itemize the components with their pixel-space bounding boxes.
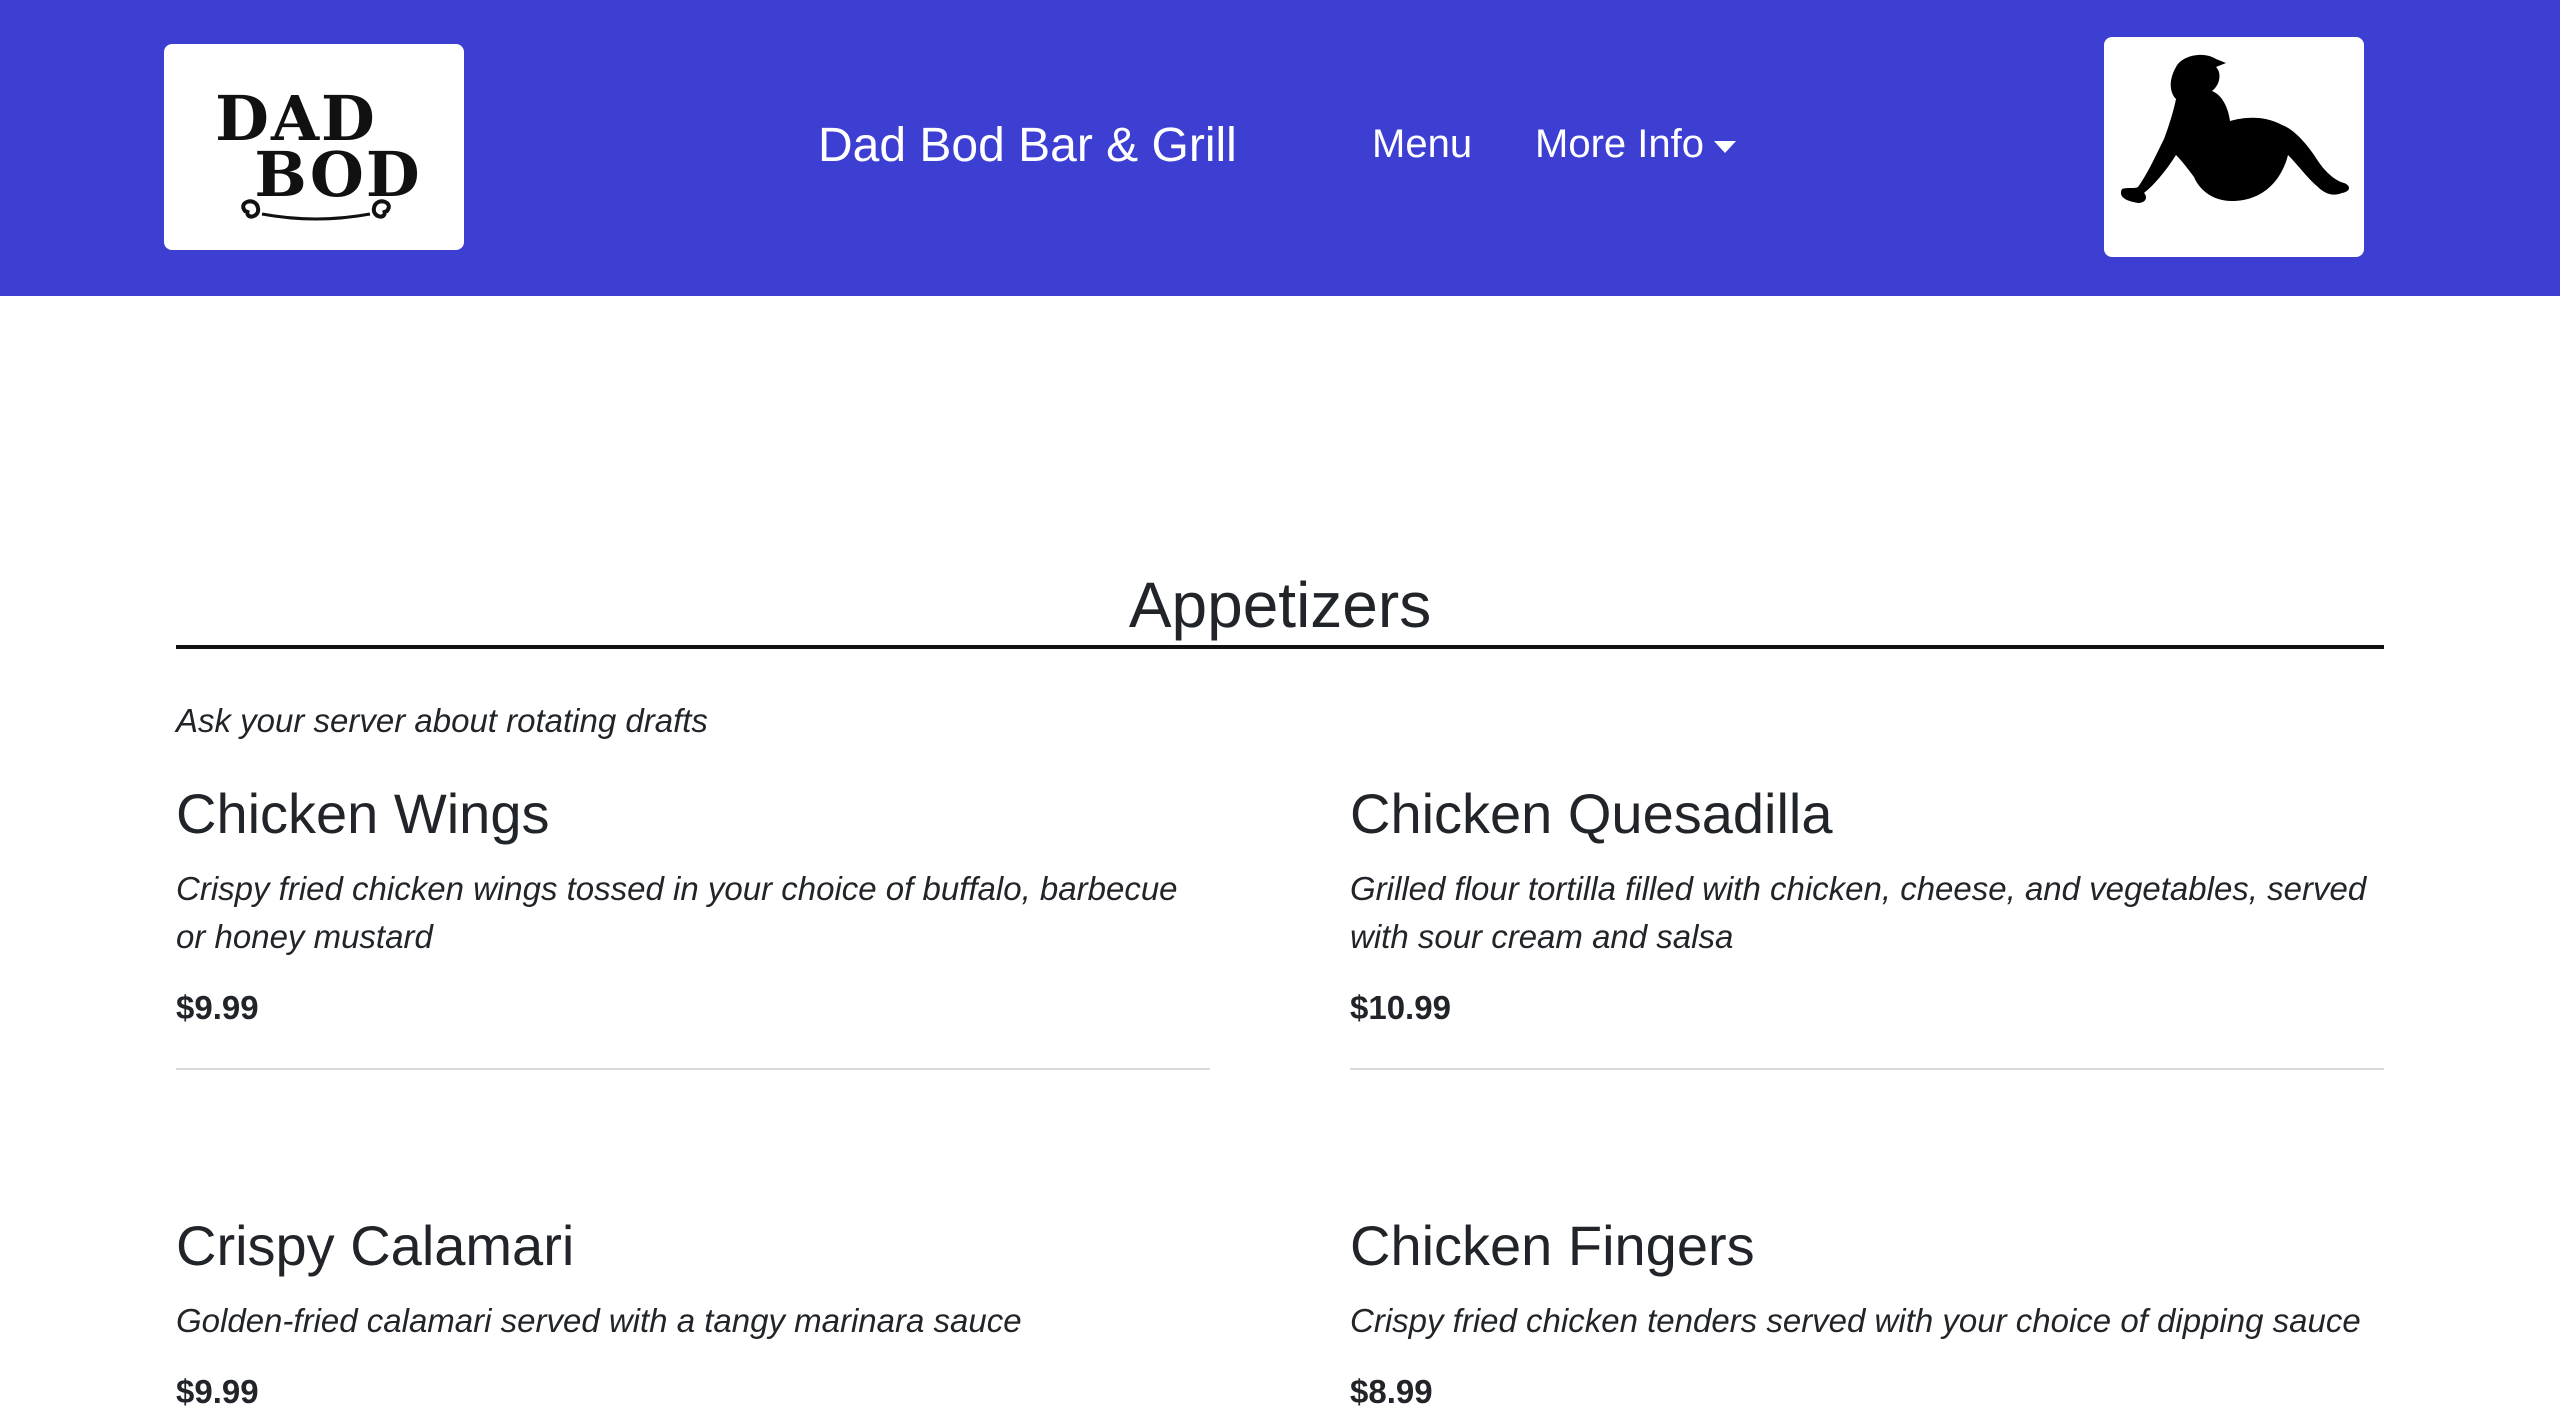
menu-item-divider: [1350, 1068, 2384, 1070]
menu-item-name: Chicken Wings: [176, 782, 550, 845]
reclining-dad-silhouette-icon: [2120, 54, 2349, 204]
section-title-rule: [176, 645, 2384, 649]
drafts-note: Ask your server about rotating drafts: [176, 702, 708, 739]
menu-item-name: Crispy Calamari: [176, 1214, 575, 1277]
nav-dropdown-label: More Info: [1535, 122, 1704, 166]
navbar: DAD BOD Dad Bod Bar & Grill Menu More In…: [0, 0, 2560, 296]
menu-item: Chicken Fingers Crispy fried chicken ten…: [1350, 1212, 2384, 1411]
caret-down-icon: [1713, 140, 1736, 153]
menu-item-price: $9.99: [176, 1373, 259, 1411]
menu-item: Crispy Calamari Golden-fried calamari se…: [176, 1212, 1210, 1411]
menu-item-name: Chicken Fingers: [1350, 1214, 1755, 1277]
menu-item-description: Grilled flour tortilla filled with chick…: [1350, 870, 2367, 956]
menu-item-price: $10.99: [1350, 989, 1451, 1027]
nav-dropdown-more-info[interactable]: More Info: [1535, 122, 1736, 167]
reclining-dad-image: [2104, 37, 2364, 257]
logo-swirl-ornament: [241, 199, 391, 221]
nav-link-menu[interactable]: Menu: [1372, 122, 1472, 167]
brand-link[interactable]: Dad Bod Bar & Grill: [818, 118, 1237, 173]
home-logo-link[interactable]: DAD BOD: [164, 44, 464, 250]
dad-bod-logo: DAD BOD: [206, 88, 421, 206]
menu-item-price: $9.99: [176, 989, 259, 1027]
menu-item: Chicken Quesadilla Grilled flour tortill…: [1350, 780, 2384, 1027]
menu-item-description: Crispy fried chicken wings tossed in you…: [176, 870, 1178, 956]
menu-item-divider: [176, 1068, 1210, 1070]
menu-item: Chicken Wings Crispy fried chicken wings…: [176, 780, 1210, 1027]
section-title-appetizers: Appetizers: [1128, 569, 1432, 641]
menu-item-price: $8.99: [1350, 1373, 1433, 1411]
menu-item-name: Chicken Quesadilla: [1350, 782, 1833, 845]
menu-item-description: Crispy fried chicken tenders served with…: [1350, 1302, 2361, 1340]
menu-item-description: Golden-fried calamari served with a tang…: [176, 1302, 1022, 1340]
